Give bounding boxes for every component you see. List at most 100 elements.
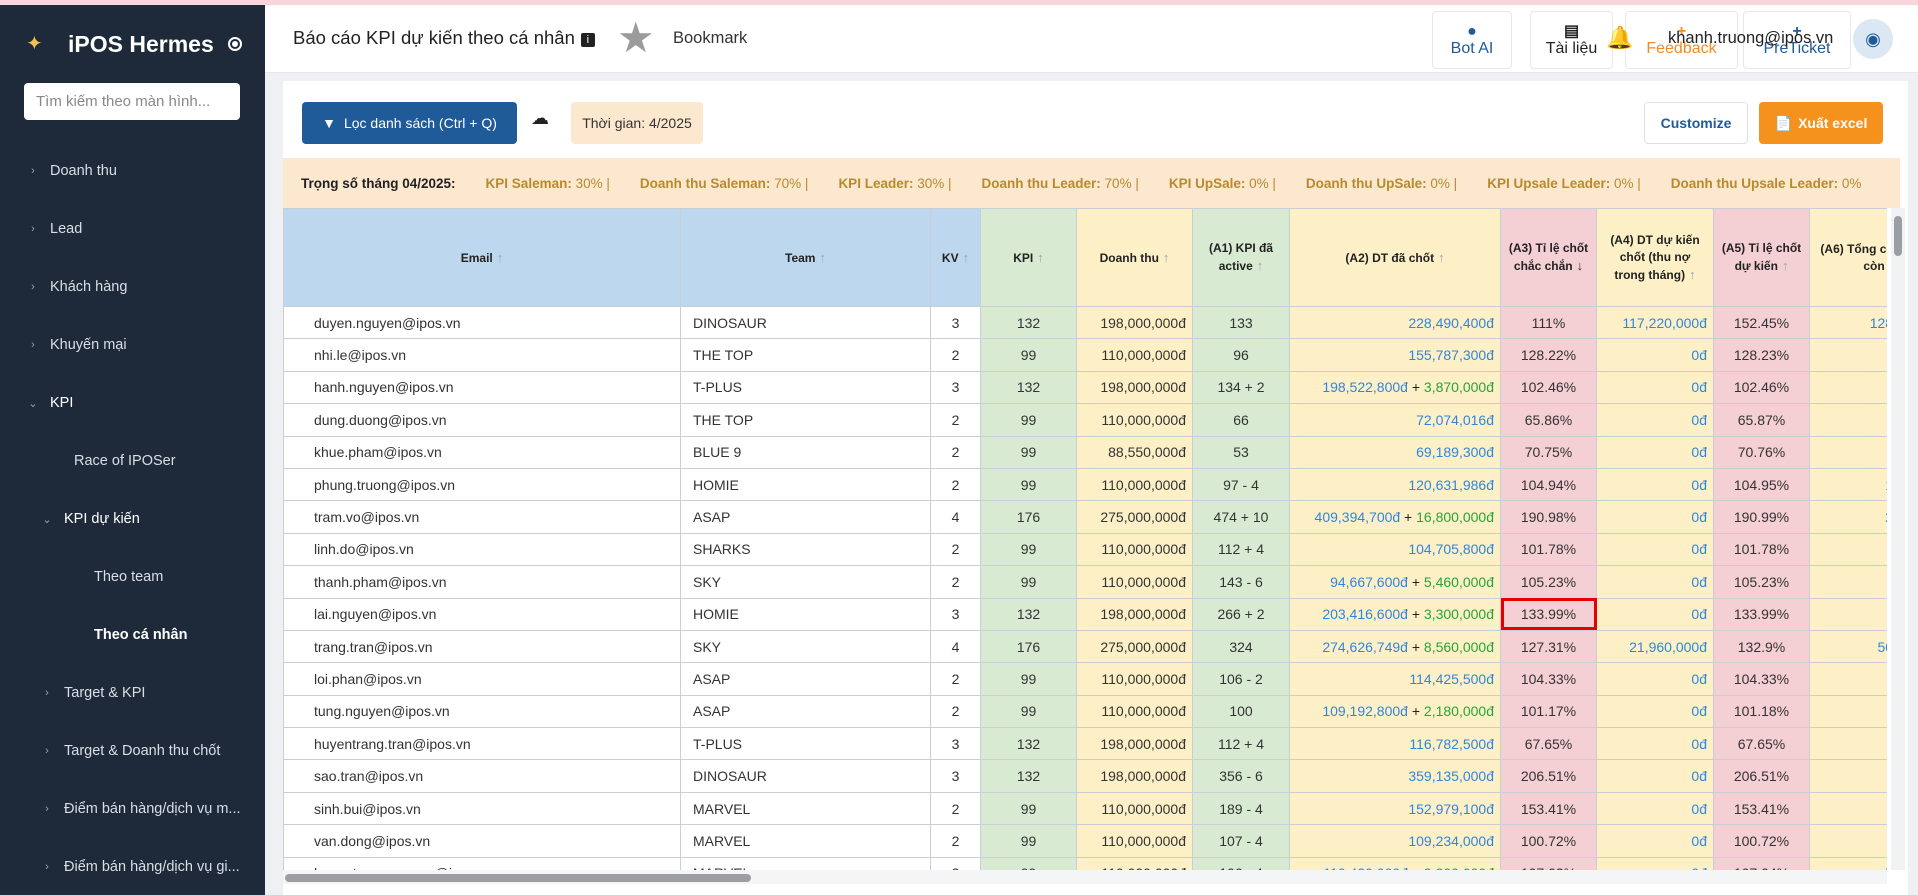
table-row[interactable]: hanh.nguyen@ipos.vn T-PLUS 3 132 198,000,000… xyxy=(283,370,1887,405)
sort-up-icon[interactable]: ↑ xyxy=(963,250,970,265)
customize-button[interactable]: Customize xyxy=(1644,102,1748,144)
a2-amount-link[interactable]: 198,522,800đ xyxy=(1322,379,1408,395)
sort-up-icon[interactable]: ↑ xyxy=(1257,258,1264,273)
vertical-scrollbar[interactable] xyxy=(1891,208,1905,870)
sidebar-item-10[interactable]: › Target & Doanh thu chốt xyxy=(38,743,220,759)
sort-down-icon[interactable]: ↓ xyxy=(1577,258,1584,273)
sidebar-search-input[interactable]: Tìm kiếm theo màn hình... xyxy=(24,83,240,120)
tai-lieu-button[interactable]: ▤ Tài liệu xyxy=(1530,11,1613,69)
col-kpi[interactable]: KPI ↑ xyxy=(980,208,1077,307)
cell-doanh-thu: 198,000,000đ xyxy=(1076,597,1193,631)
a2-amount-link[interactable]: 109,234,000đ xyxy=(1408,833,1494,849)
sidebar-item-11[interactable]: › Điểm bán hàng/dịch vụ m... xyxy=(38,801,240,817)
bot-ai-button[interactable]: ● Bot AI xyxy=(1432,11,1512,69)
table-row[interactable]: loi.phan@ipos.vn ASAP 2 99 110,000,000đ 106 -… xyxy=(283,662,1887,696)
table-row[interactable]: trang.tran@ipos.vn SKY 4 176 275,000,000đ 324… xyxy=(283,629,1887,664)
a2-amount-link[interactable]: 155,787,300đ xyxy=(1408,347,1494,363)
table-row[interactable]: dung.duong@ipos.vn THE TOP 2 99 110,000,000đ… xyxy=(283,403,1887,437)
sidebar-item-2[interactable]: › Khách hàng xyxy=(24,279,127,295)
table-row[interactable]: van.dong@ipos.vn MARVEL 2 99 110,000,000đ 107… xyxy=(283,824,1887,858)
col-a3[interactable]: (A3) Tỉ lệ chốt chắc chắn ↓ xyxy=(1500,208,1597,307)
sidebar-item-3[interactable]: › Khuyến mại xyxy=(24,337,126,353)
col-a2[interactable]: (A2) DT đã chốt ↑ xyxy=(1289,208,1501,307)
a2-amount-link[interactable]: 116,782,500đ xyxy=(1409,736,1494,752)
col-a6[interactable]: (A6) Tổng công nợ còn xyxy=(1809,208,1887,307)
table-row[interactable]: sao.tran@ipos.vn DINOSAUR 3 132 198,000,000đ… xyxy=(283,759,1887,793)
a2-amount-link[interactable]: 104,705,800đ xyxy=(1408,541,1494,557)
a2-amount-link[interactable]: 114,425,500đ xyxy=(1409,671,1494,687)
a2-extra-amount[interactable]: 5,460,000đ xyxy=(1424,574,1494,590)
a2-amount-link[interactable]: 203,416,600đ xyxy=(1322,606,1408,622)
user-email[interactable]: khanh.truong@ipos.vn xyxy=(1668,29,1833,48)
sort-up-icon[interactable]: ↑ xyxy=(497,250,504,265)
sidebar-item-5[interactable]: Race of IPOSer xyxy=(74,453,176,469)
sort-up-icon[interactable]: ↑ xyxy=(1782,258,1789,273)
cell-a4: 0đ xyxy=(1596,435,1714,469)
sidebar-item-12[interactable]: › Điểm bán hàng/dịch vụ gi... xyxy=(38,859,240,875)
a2-extra-amount[interactable]: 3,870,000đ xyxy=(1424,379,1494,395)
cell-a2: 72,074,016đ xyxy=(1289,403,1501,437)
a2-amount-link[interactable]: 72,074,016đ xyxy=(1416,412,1494,428)
table-row[interactable]: khue.pham@ipos.vn BLUE 9 2 99 88,550,000đ 53 6… xyxy=(283,435,1887,469)
a2-amount-link[interactable]: 274,626,749đ xyxy=(1322,639,1408,655)
a2-amount-link[interactable]: 359,135,000đ xyxy=(1408,768,1494,784)
a2-amount-link[interactable]: 120,631,986đ xyxy=(1408,477,1494,493)
a2-amount-link[interactable]: 69,189,300đ xyxy=(1416,444,1494,460)
table-row[interactable]: hoangtrang.nguyen@ipos.vnMARVEL299110,00… xyxy=(283,856,1887,870)
col-team[interactable]: Team ↑ xyxy=(680,208,931,307)
sidebar-item-4[interactable]: ⌄ KPI xyxy=(24,395,73,411)
table-row[interactable]: lai.nguyen@ipos.vn HOMIE 3 132 198,000,000đ 2… xyxy=(283,597,1887,631)
sidebar-item-1[interactable]: › Lead xyxy=(24,221,82,237)
pin-sidebar-icon[interactable] xyxy=(227,37,242,51)
col-doanh-thu[interactable]: Doanh thu ↑ xyxy=(1076,208,1193,307)
bookmark-star-icon[interactable]: ★ xyxy=(617,17,655,59)
table-row[interactable]: duyen.nguyen@ipos.vn DINOSAUR 3 132 198,000,… xyxy=(283,305,1887,340)
table-row[interactable]: thanh.pham@ipos.vn SKY 2 99 110,000,000đ 143 … xyxy=(283,565,1887,599)
table-row[interactable]: nhi.le@ipos.vn THE TOP 2 99 110,000,000đ 96 15… xyxy=(283,338,1887,372)
a2-amount-link[interactable]: 94,667,600đ xyxy=(1330,574,1408,590)
notification-bell-icon[interactable]: 🔔 xyxy=(1606,25,1633,51)
sort-up-icon[interactable]: ↑ xyxy=(1163,250,1170,265)
info-icon[interactable]: i xyxy=(580,33,595,47)
filter-list-button[interactable]: ▼ Lọc danh sách (Ctrl + Q) xyxy=(302,102,517,144)
col-kv[interactable]: KV ↑ xyxy=(930,208,981,307)
sidebar-item-8[interactable]: Theo cá nhân xyxy=(94,627,187,643)
a2-amount-link[interactable]: 409,394,700đ xyxy=(1315,509,1401,525)
sidebar-item-6[interactable]: ⌄ KPI dự kiến xyxy=(38,511,139,527)
table-row[interactable]: linh.do@ipos.vn SHARKS 2 99 110,000,000đ 112 … xyxy=(283,532,1887,567)
col-a4[interactable]: (A4) DT dự kiến chốt (thu nợ trong tháng… xyxy=(1596,208,1714,307)
sidebar-item-7[interactable]: Theo team xyxy=(94,569,163,585)
bookmark-label[interactable]: Bookmark xyxy=(673,29,747,48)
a2-extra-amount[interactable]: 8,560,000đ xyxy=(1424,639,1494,655)
col-a5[interactable]: (A5) Tỉ lệ chốt dự kiến ↑ xyxy=(1713,208,1810,307)
col-email[interactable]: Email ↑ xyxy=(283,208,681,307)
cloud-download-icon[interactable]: ☁ xyxy=(531,108,549,129)
table-row[interactable]: huyentrang.tran@ipos.vn T-PLUS 3 132 198,000… xyxy=(283,727,1887,761)
kpi-table-container[interactable]: Email ↑ Team ↑ KV ↑ KPI ↑ Doanh thu ↑ (A1) KP… xyxy=(283,208,1887,870)
table-row[interactable]: sinh.bui@ipos.vn MARVEL 2 99 110,000,000đ 189… xyxy=(283,791,1887,826)
a2-extra-amount[interactable]: 2,180,000đ xyxy=(1424,703,1494,719)
table-row[interactable]: phung.truong@ipos.vn HOMIE 2 99 110,000,000đ… xyxy=(283,467,1887,502)
sort-up-icon[interactable]: ↑ xyxy=(1438,250,1445,265)
col-a1[interactable]: (A1) KPI đã active ↑ xyxy=(1192,208,1290,307)
time-filter-chip[interactable]: Thời gian: 4/2025 xyxy=(571,102,703,144)
sort-up-icon[interactable]: ↑ xyxy=(1037,250,1044,265)
a2-amount-link[interactable]: 228,490,400đ xyxy=(1408,315,1494,331)
sidebar-item-0[interactable]: › Doanh thu xyxy=(24,163,117,179)
cell-team: HOMIE xyxy=(680,597,931,631)
sort-up-icon[interactable]: ↑ xyxy=(819,250,826,265)
a2-extra-amount[interactable]: 3,300,000đ xyxy=(1424,606,1494,622)
sidebar-item-9[interactable]: › Target & KPI xyxy=(38,685,145,701)
user-avatar-icon[interactable]: ◉ xyxy=(1853,19,1893,59)
horizontal-scrollbar[interactable] xyxy=(283,870,1887,884)
table-row[interactable]: tram.vo@ipos.vn ASAP 4 176 275,000,000đ 474 +… xyxy=(283,500,1887,534)
export-excel-button[interactable]: 📄 Xuất excel xyxy=(1759,102,1883,144)
table-row[interactable]: tung.nguyen@ipos.vn ASAP 2 99 110,000,000đ 10… xyxy=(283,694,1887,729)
a2-extra-amount[interactable]: 16,800,000đ xyxy=(1416,509,1494,525)
horizontal-scroll-thumb[interactable] xyxy=(285,874,751,882)
sort-up-icon[interactable]: ↑ xyxy=(1689,267,1696,282)
a2-amount-link[interactable]: 152,979,100đ xyxy=(1408,801,1494,817)
weight-item: Doanh thu UpSale: 0% | xyxy=(1306,176,1457,191)
a2-amount-link[interactable]: 109,192,800đ xyxy=(1322,703,1408,719)
vertical-scroll-thumb[interactable] xyxy=(1894,216,1902,256)
